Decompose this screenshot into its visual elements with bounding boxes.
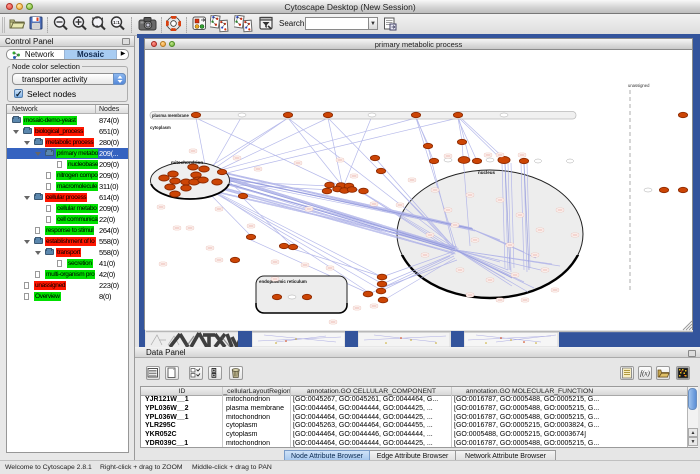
- svg-text:f(x): f(x): [640, 370, 650, 378]
- svg-text:endoplasmic reticulum: endoplasmic reticulum: [259, 279, 307, 284]
- svg-text:unassigned: unassigned: [628, 83, 650, 88]
- svg-text:1:1: 1:1: [113, 20, 120, 25]
- svg-text:plasma membrane: plasma membrane: [152, 113, 189, 118]
- svg-text:mitochondrion: mitochondrion: [171, 160, 203, 165]
- svg-text:nucleus: nucleus: [478, 170, 496, 175]
- svg-text:cytoplasm: cytoplasm: [150, 125, 171, 130]
